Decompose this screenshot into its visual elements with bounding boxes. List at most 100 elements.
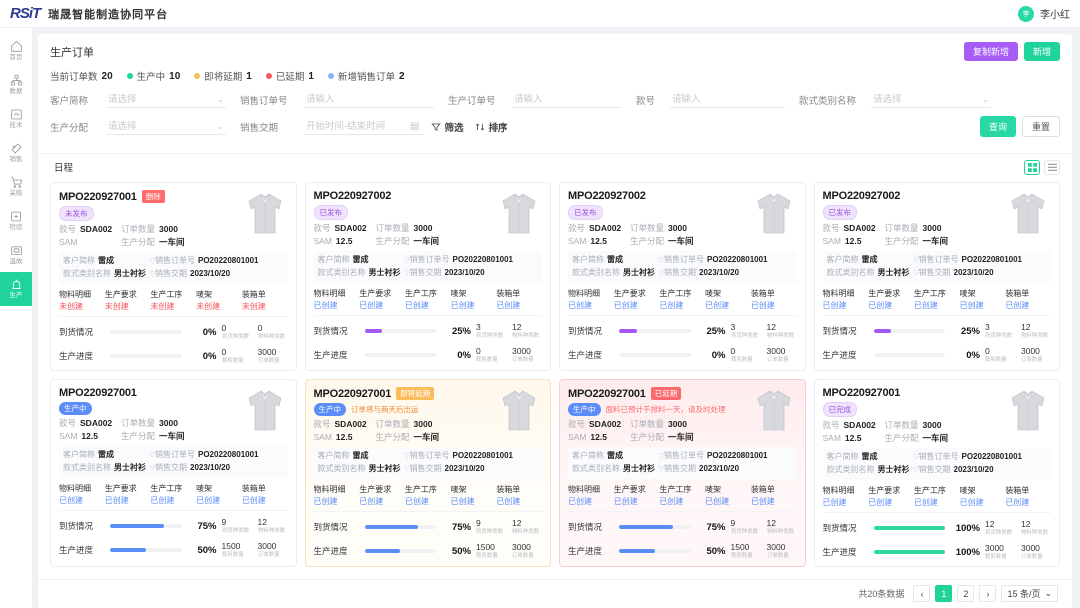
order-card[interactable]: MPO220927001 已延期 生产中 面料已预计干排料一天，请及时处理 款号 SDA0… [559, 379, 806, 567]
avatar[interactable]: 李 [1018, 5, 1034, 22]
doc-item[interactable]: 装箱单 已创建 [496, 288, 542, 311]
sidebar-item-2[interactable]: 数据 [0, 68, 32, 102]
doc-item[interactable]: 物料明细 已创建 [568, 484, 614, 507]
doc-item[interactable]: 生产要求 已创建 [359, 288, 405, 311]
doc-status: 已创建 [659, 301, 684, 310]
doc-item[interactable]: 物料明细 已创建 [568, 288, 614, 311]
doc-item[interactable]: 生产要求 未创建 [105, 289, 151, 312]
sort-tool-button[interactable]: 排序 [475, 120, 507, 134]
doc-item[interactable]: 生产要求 已创建 [614, 484, 660, 507]
filter-assign[interactable]: 生产分配 ⌄ [50, 118, 226, 135]
page-button-1[interactable]: 1 [935, 585, 953, 602]
doc-item[interactable]: 生产工序 已创建 [150, 483, 196, 506]
doc-item[interactable]: 物料明细 已创建 [823, 288, 869, 311]
doc-item[interactable]: 装箱单 已创建 [751, 484, 797, 507]
doc-item[interactable]: 物料明细 已创建 [823, 485, 869, 508]
production-order-input[interactable] [512, 91, 622, 108]
app-logo: RSiT [10, 5, 41, 22]
doc-item[interactable]: 唛架 已创建 [451, 288, 497, 311]
next-page-button[interactable]: › [979, 585, 997, 602]
doc-item[interactable]: 生产要求 已创建 [105, 483, 151, 506]
progress-num-label: 到货种类数 [221, 334, 249, 340]
doc-item[interactable]: 生产工序 未创建 [150, 289, 196, 312]
order-card[interactable]: MPO220927002 已发布 款号 SDA002 订单数量 3000 SAM 12.5 生产… [304, 182, 551, 371]
progress-num-label: 裁剪数量 [985, 357, 1007, 363]
doc-item[interactable]: 唛架 已创建 [705, 484, 751, 507]
doc-item[interactable]: 生产要求 已创建 [868, 485, 914, 508]
sidebar-item-1[interactable]: 首页 [0, 34, 32, 68]
sidebar-item-4[interactable]: 销售 [0, 136, 32, 170]
doc-item[interactable]: 唛架 已创建 [196, 483, 242, 506]
reset-button[interactable]: 重置 [1021, 116, 1060, 137]
header-user-area[interactable]: 李 李小红 [1018, 5, 1070, 22]
doc-item[interactable]: 生产工序 已创建 [659, 484, 705, 507]
order-card[interactable]: MPO220927001 删除 未发布 款号 SDA002 订单数量 3000 SAM 生产分配… [50, 182, 297, 371]
card-badge-row: 已发布 [822, 205, 1002, 220]
sidebar-item-label: 销售 [9, 156, 23, 163]
sidebar-item-6[interactable]: 检验 [0, 204, 32, 238]
grid-view-button[interactable] [1024, 159, 1040, 175]
filter-customer[interactable]: 客户简称 ⌄ [50, 91, 226, 108]
sidebar-item-7[interactable]: 温故 [0, 238, 32, 272]
doc-item[interactable]: 装箱单 已创建 [496, 484, 542, 507]
doc-item[interactable]: 唛架 已创建 [451, 484, 497, 507]
sidebar-item-8[interactable]: 生产 [0, 272, 32, 306]
doc-item[interactable]: 生产工序 已创建 [405, 288, 451, 311]
doc-item[interactable]: 装箱单 已创建 [242, 483, 288, 506]
doc-item[interactable]: 物料明细 已创建 [314, 484, 360, 507]
filter-tool-button[interactable]: 筛选 [431, 120, 463, 134]
order-corner-tag[interactable]: 删除 [141, 190, 165, 203]
doc-item[interactable]: 生产要求 已创建 [359, 484, 405, 507]
order-card[interactable]: MPO220927001 已完成 款号 SDA002 订单数量 3000 SAM 12.5 生产… [813, 379, 1060, 567]
order-card[interactable]: MPO220927001 即将延期 生产中 订单将与两天后出运 款号 SDA002 订单数量… [304, 379, 551, 567]
sidebar-item-5[interactable]: 采购 [0, 170, 32, 204]
doc-item[interactable]: 生产工序 已创建 [659, 288, 705, 311]
doc-item[interactable]: 生产工序 已创建 [914, 288, 960, 311]
list-view-button[interactable] [1044, 159, 1060, 175]
filter-sales-order[interactable]: 销售订单号 [240, 91, 434, 108]
filter-delivery-date[interactable]: 销售交期 ▤ [240, 118, 424, 135]
doc-item[interactable]: 物料明细 未创建 [59, 289, 105, 312]
order-corner-tag[interactable]: 已延期 [650, 387, 682, 400]
doc-item[interactable]: 生产要求 已创建 [868, 288, 914, 311]
sam-value: 12.5 [844, 236, 862, 246]
doc-item[interactable]: 装箱单 已创建 [1005, 485, 1051, 508]
doc-item[interactable]: 唛架 已创建 [960, 288, 1006, 311]
page-size-select[interactable]: 15 条/页 ⌄ [1001, 585, 1058, 602]
sales-order-input[interactable] [304, 91, 434, 108]
doc-item[interactable]: 物料明细 已创建 [59, 483, 105, 506]
order-corner-tag[interactable]: 即将延期 [396, 387, 435, 400]
prev-page-button[interactable]: ‹ [913, 585, 931, 602]
filter-category[interactable]: 款式类别名称 ⌄ [799, 91, 991, 108]
search-button[interactable]: 查询 [979, 116, 1016, 137]
assign-select[interactable] [106, 118, 226, 135]
doc-item[interactable]: 物料明细 已创建 [314, 288, 360, 311]
delivery-date-input[interactable] [304, 118, 424, 135]
calendar-icon[interactable]: ▤ [410, 121, 419, 132]
customer-select[interactable] [106, 91, 226, 108]
doc-item[interactable]: 生产工序 已创建 [405, 484, 451, 507]
copy-add-button[interactable]: 复制新增 [963, 42, 1018, 61]
filter-production-order[interactable]: 生产订单号 [448, 91, 622, 108]
doc-item[interactable]: 唛架 已创建 [705, 288, 751, 311]
doc-item[interactable]: 生产工序 已创建 [914, 485, 960, 508]
progress-num: 3000 [1021, 543, 1040, 553]
doc-item[interactable]: 装箱单 已创建 [1005, 288, 1051, 311]
page-button-2[interactable]: 2 [957, 585, 975, 602]
doc-item[interactable]: 唛架 已创建 [960, 485, 1006, 508]
sidebar-item-3[interactable]: 技术 [0, 102, 32, 136]
style-no-input[interactable] [670, 91, 785, 108]
category-select[interactable] [871, 91, 991, 108]
doc-item[interactable]: 装箱单 未创建 [242, 289, 288, 312]
order-card[interactable]: MPO220927002 已发布 款号 SDA002 订单数量 3000 SAM 12.5 生产… [813, 182, 1060, 371]
order-card[interactable]: MPO220927001 生产中 款号 SDA002 订单数量 3000 SAM 12.5 生产… [50, 379, 297, 567]
doc-item[interactable]: 生产要求 已创建 [614, 288, 660, 311]
filter-style-no[interactable]: 款号 [636, 91, 785, 108]
category-label: 款式类别名称 [63, 269, 111, 278]
tab-schedule[interactable]: 日程 [50, 158, 77, 176]
add-button[interactable]: 新增 [1023, 42, 1060, 61]
order-card[interactable]: MPO220927002 已发布 款号 SDA002 订单数量 3000 SAM 12.5 生产… [559, 182, 806, 371]
style-no-label: 款号 [59, 224, 77, 234]
doc-item[interactable]: 装箱单 已创建 [751, 288, 797, 311]
doc-item[interactable]: 唛架 未创建 [196, 289, 242, 312]
